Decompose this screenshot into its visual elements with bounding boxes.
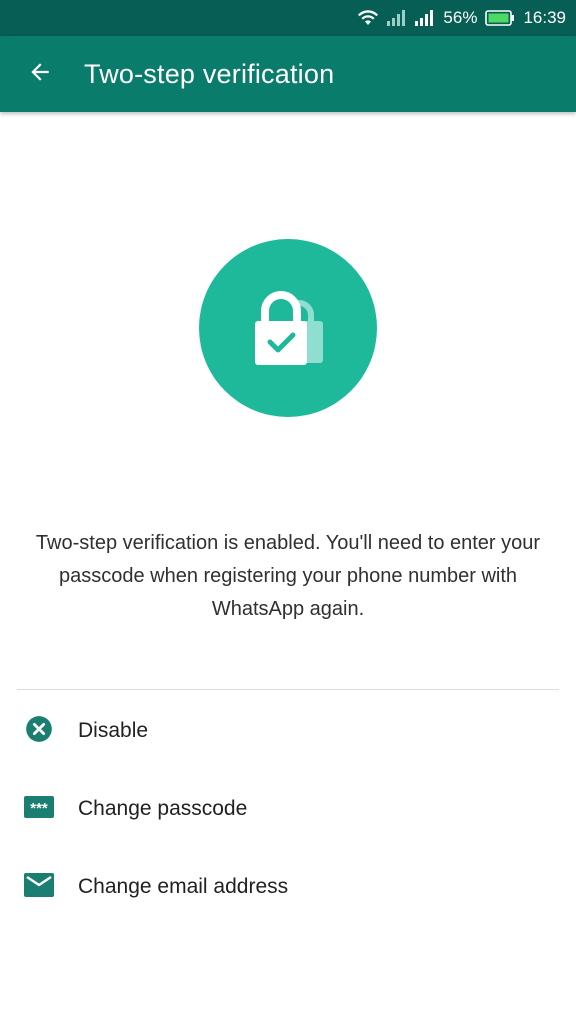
cancel-circle-icon [25, 715, 53, 748]
passcode-icon: *** [24, 795, 54, 823]
divider [17, 689, 559, 690]
signal-weak-icon [387, 10, 407, 26]
status-description: Two-step verification is enabled. You'll… [35, 532, 541, 620]
app-bar: Two-step verification [0, 36, 576, 112]
disable-option[interactable]: Disable [0, 692, 576, 770]
arrow-back-icon [27, 59, 53, 90]
back-button[interactable] [0, 36, 80, 112]
signal-strong-icon [415, 10, 435, 26]
page-title: Two-step verification [84, 58, 335, 89]
change-passcode-label: Change passcode [78, 797, 248, 820]
hero-illustration [199, 239, 377, 417]
email-icon [24, 872, 54, 902]
wifi-icon [357, 10, 379, 26]
svg-text:***: *** [30, 800, 48, 817]
lock-check-icon [243, 281, 333, 376]
change-passcode-option[interactable]: *** Change passcode [0, 770, 576, 848]
clock: 16:39 [523, 8, 566, 27]
change-email-option[interactable]: Change email address [0, 848, 576, 926]
battery-icon [485, 10, 515, 26]
status-bar: 56% 16:39 [0, 0, 576, 36]
battery-percent: 56% [443, 8, 478, 27]
disable-label: Disable [78, 719, 149, 742]
change-email-label: Change email address [78, 875, 289, 898]
